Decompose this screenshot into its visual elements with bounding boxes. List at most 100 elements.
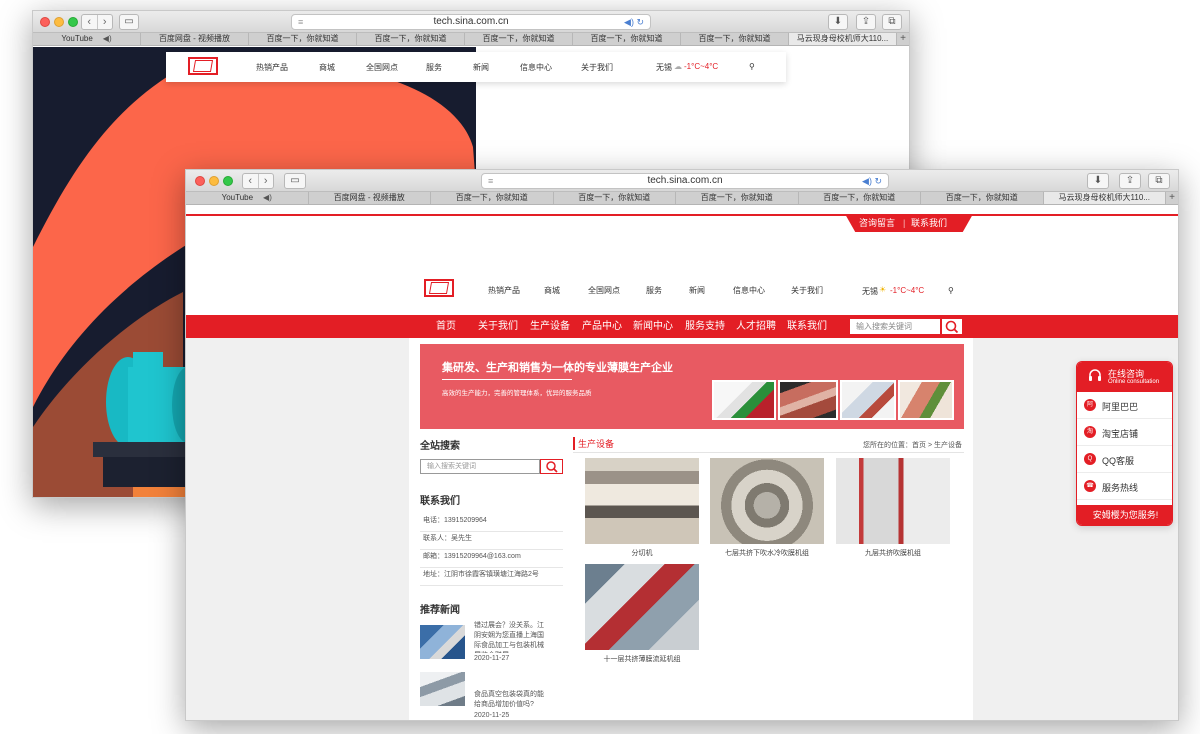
back-tab[interactable]: 百度一下，你就知道 xyxy=(249,33,357,45)
red-nav-equipment[interactable]: 生产设备 xyxy=(530,315,570,338)
forward-arrow-icon[interactable]: › xyxy=(96,15,113,29)
product-caption-3[interactable]: 九层共挤吹膜机组 xyxy=(836,548,950,558)
reader-icon: ≡ xyxy=(298,17,304,27)
tabs-overview-icon[interactable]: ⧉ xyxy=(1148,173,1170,189)
nav-search-input[interactable]: 输入搜索关键词 xyxy=(849,318,941,335)
back-nav-item[interactable]: 新闻 xyxy=(473,62,489,73)
nav-item[interactable]: 全国网点 xyxy=(588,285,620,296)
news-thumbnail[interactable] xyxy=(420,672,465,706)
product-image-4[interactable] xyxy=(585,564,699,650)
product-image-3[interactable] xyxy=(836,458,950,544)
zoom-button[interactable] xyxy=(223,176,233,186)
front-tab[interactable]: 百度一下，你就知道 xyxy=(799,192,921,204)
red-nav-home[interactable]: 首页 xyxy=(436,315,456,338)
new-tab-button[interactable]: + xyxy=(897,33,909,45)
red-nav-contact[interactable]: 联系我们 xyxy=(787,315,827,338)
site-search-button[interactable] xyxy=(540,459,563,474)
news-title-1[interactable]: 错过展会？没关系。江阴安娴为您直播上海国际食品加工与包装机械展览会联展 xyxy=(474,621,544,653)
back-arrow-icon[interactable]: ‹ xyxy=(82,15,97,29)
contact-address: 地址：江阴市徐霞客镇璜塘江海路2号 xyxy=(420,568,563,586)
sound-reload-icon[interactable]: ◀) ↻ xyxy=(624,15,644,29)
close-button[interactable] xyxy=(40,17,50,27)
nav-item[interactable]: 关于我们 xyxy=(791,285,823,296)
section-title: 生产设备 xyxy=(573,437,614,450)
back-url-bar[interactable]: ≡ tech.sina.com.cn ◀) ↻ xyxy=(291,14,651,30)
product-image-2[interactable] xyxy=(710,458,824,544)
minimize-button[interactable] xyxy=(209,176,219,186)
product-caption-4[interactable]: 十一层共挤薄膜流延机组 xyxy=(585,654,699,664)
back-titlebar: ‹ › ▭ ≡ tech.sina.com.cn ◀) ↻ ⬇ ⇪ ⧉ xyxy=(33,11,909,33)
back-nav-item[interactable]: 关于我们 xyxy=(581,62,613,73)
service-qq[interactable]: Q QQ客服 xyxy=(1077,446,1172,473)
front-tab[interactable]: 百度一下，你就知道 xyxy=(431,192,554,204)
back-tab-active[interactable]: 马云现身母校机师大110... xyxy=(789,33,897,45)
back-nav-item[interactable]: 热销产品 xyxy=(256,62,288,73)
front-url-bar[interactable]: ≡ tech.sina.com.cn ◀) ↻ xyxy=(481,173,889,189)
contact-title: 联系我们 xyxy=(420,496,460,507)
contact-link[interactable]: 联系我们 xyxy=(911,214,947,232)
back-nav-item[interactable]: 信息中心 xyxy=(520,62,552,73)
nav-item[interactable]: 信息中心 xyxy=(733,285,765,296)
service-widget-footer: 安姆樱为您服务! xyxy=(1077,505,1172,525)
nav-item[interactable]: 热销产品 xyxy=(488,285,520,296)
download-icon[interactable]: ⬇ xyxy=(1087,173,1109,189)
site-search-input[interactable]: 输入搜索关键词 xyxy=(420,459,540,474)
red-nav-jobs[interactable]: 人才招聘 xyxy=(736,315,776,338)
download-icon[interactable]: ⬇ xyxy=(828,14,848,30)
front-tab[interactable]: 百度一下，你就知道 xyxy=(676,192,799,204)
back-tab[interactable]: 百度网盘 - 视频播放 xyxy=(141,33,249,45)
back-tab[interactable]: YouTube ◀) xyxy=(33,33,141,45)
product-image-1[interactable] xyxy=(585,458,699,544)
news-date-1: 2020-11-27 xyxy=(474,655,510,662)
red-nav-news[interactable]: 新闻中心 xyxy=(633,315,673,338)
back-tab[interactable]: 百度一下，你就知道 xyxy=(465,33,573,45)
back-tab[interactable]: 百度一下，你就知道 xyxy=(357,33,465,45)
back-forward-buttons[interactable]: ‹ › xyxy=(81,14,113,30)
message-link[interactable]: 咨询留言 xyxy=(859,214,895,232)
new-tab-button[interactable]: + xyxy=(1166,192,1178,204)
user-icon[interactable]: ⚲ xyxy=(948,286,954,295)
nav-item[interactable]: 新闻 xyxy=(689,285,705,296)
forward-arrow-icon[interactable]: › xyxy=(257,174,274,188)
front-tab[interactable]: YouTube ◀) xyxy=(186,192,309,204)
front-tab-active[interactable]: 马云现身母校机师大110... xyxy=(1043,192,1166,204)
minimize-button[interactable] xyxy=(54,17,64,27)
share-icon[interactable]: ⇪ xyxy=(1119,173,1141,189)
back-forward-buttons[interactable]: ‹ › xyxy=(242,173,274,189)
tabs-overview-icon[interactable]: ⧉ xyxy=(882,14,902,30)
user-icon[interactable]: ⚲ xyxy=(749,62,755,71)
service-hotline[interactable]: ☎ 服务热线 xyxy=(1077,473,1172,500)
front-tab[interactable]: 百度网盘 - 视频播放 xyxy=(309,192,431,204)
back-tab[interactable]: 百度一下，你就知道 xyxy=(681,33,789,45)
zoom-button[interactable] xyxy=(68,17,78,27)
red-nav-support[interactable]: 服务支持 xyxy=(685,315,725,338)
nav-item[interactable]: 服务 xyxy=(646,285,662,296)
red-nav-about[interactable]: 关于我们 xyxy=(478,315,518,338)
sidebar-toggle-icon[interactable]: ▭ xyxy=(284,173,306,189)
brand-logo-icon[interactable] xyxy=(424,279,454,297)
product-caption-1[interactable]: 分切机 xyxy=(585,548,699,558)
front-tab[interactable]: 百度一下，你就知道 xyxy=(921,192,1044,204)
back-tab[interactable]: 百度一下，你就知道 xyxy=(573,33,681,45)
sidebar-toggle-icon[interactable]: ▭ xyxy=(119,14,139,30)
service-taobao[interactable]: 淘淘宝店铺 xyxy=(1077,419,1172,446)
nav-item[interactable]: 商城 xyxy=(544,285,560,296)
sound-reload-icon[interactable]: ◀) ↻ xyxy=(862,174,882,188)
back-arrow-icon[interactable]: ‹ xyxy=(243,174,258,188)
back-nav-item[interactable]: 全国网点 xyxy=(366,62,398,73)
red-nav-products[interactable]: 产品中心 xyxy=(582,315,622,338)
brand-logo-icon[interactable] xyxy=(188,57,218,75)
front-tab[interactable]: 百度一下，你就知道 xyxy=(554,192,676,204)
qq-icon: Q xyxy=(1084,453,1096,465)
news-thumbnail[interactable] xyxy=(420,625,465,659)
back-nav-item[interactable]: 服务 xyxy=(426,62,442,73)
breadcrumb-home[interactable]: 首页 xyxy=(912,442,926,449)
service-alibaba[interactable]: 阿阿里巴巴 xyxy=(1077,392,1172,419)
nav-search-button[interactable] xyxy=(941,318,963,335)
online-service-widget: 在线咨询 Online consultation 阿阿里巴巴 淘淘宝店铺 Q QQ… xyxy=(1076,361,1173,526)
news-title-2[interactable]: 食品真空包装袋真的能给商品增加价值吗? xyxy=(474,690,544,710)
close-button[interactable] xyxy=(195,176,205,186)
product-caption-2[interactable]: 七层共挤下吹水冷吹膜机组 xyxy=(710,548,824,558)
share-icon[interactable]: ⇪ xyxy=(856,14,876,30)
back-nav-item[interactable]: 商城 xyxy=(319,62,335,73)
